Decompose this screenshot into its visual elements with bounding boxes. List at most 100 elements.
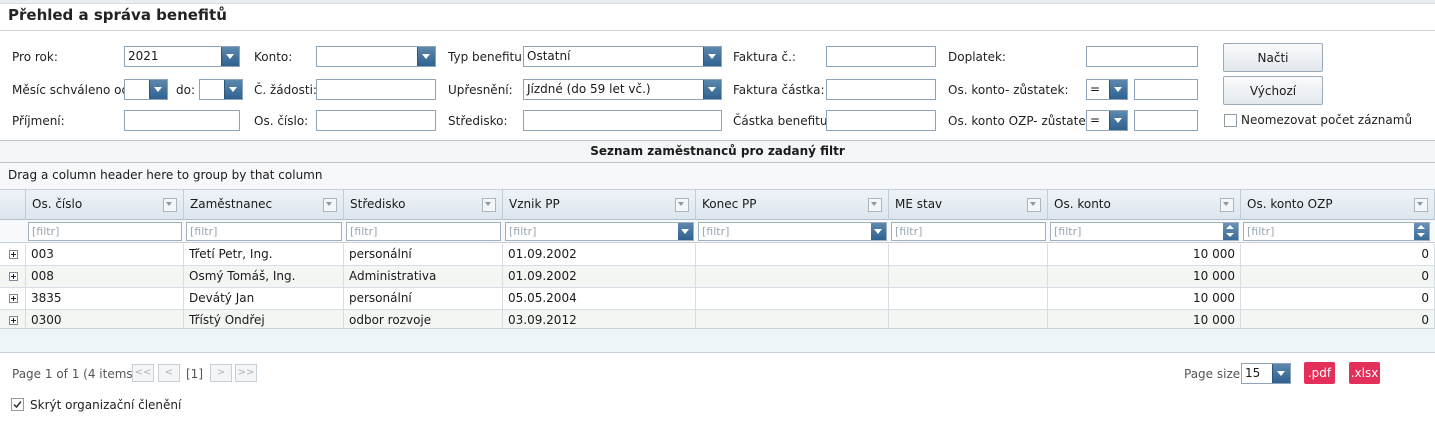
chevron-down-icon[interactable]: [678, 223, 693, 240]
chevron-down-icon[interactable]: [1109, 111, 1127, 130]
hide-org-label: Skrýt organizační členění: [30, 398, 182, 412]
export-pdf-button[interactable]: .pdf: [1304, 362, 1335, 384]
chevron-down-icon[interactable]: [221, 47, 239, 66]
surname-label: Příjmení:: [12, 114, 65, 128]
column-menu-icon[interactable]: [482, 198, 496, 212]
filter-account-ozp[interactable]: [filtr]: [1243, 222, 1430, 241]
invoice-amount-input[interactable]: [826, 79, 936, 100]
pager: Page 1 of 1 (4 items) << < [1] > >> Page…: [0, 352, 1435, 392]
grid-title: Seznam zaměstnanců pro zadaný filtr: [0, 140, 1435, 163]
column-menu-icon[interactable]: [868, 198, 882, 212]
current-page[interactable]: [1]: [186, 366, 203, 382]
column-header-end[interactable]: Konec PP: [696, 190, 889, 220]
prev-page-button[interactable]: <: [158, 364, 180, 382]
cell-end: [696, 266, 889, 287]
chevron-down-icon[interactable]: [417, 47, 435, 66]
next-page-button[interactable]: >: [210, 364, 232, 382]
load-button[interactable]: Načti: [1223, 43, 1323, 72]
cell-personal-no: 008: [26, 266, 184, 287]
chevron-down-icon[interactable]: [703, 47, 721, 66]
benefit-type-label: Typ benefitu:: [448, 50, 526, 64]
column-header-account-ozp[interactable]: Os. konto OZP: [1241, 190, 1435, 220]
cell-account: 10 000: [1048, 244, 1241, 265]
year-value: 2021: [128, 49, 159, 63]
top-strip: [0, 0, 1435, 4]
account-select[interactable]: [316, 46, 436, 67]
invoice-amount-label: Faktura částka:: [733, 83, 825, 97]
chevron-down-icon[interactable]: [1272, 364, 1290, 383]
personal-no-input[interactable]: [316, 110, 436, 131]
filter-end[interactable]: [filtr]: [698, 222, 887, 241]
filter-me-status[interactable]: [filtr]: [891, 222, 1046, 241]
filter-placeholder: [filtr]: [32, 225, 60, 238]
table-row[interactable]: 003 Třetí Petr, Ing. personální 01.09.20…: [0, 244, 1435, 266]
cell-center: personální: [344, 288, 503, 309]
first-page-button[interactable]: <<: [132, 364, 154, 382]
filter-placeholder: [filtr]: [190, 225, 218, 238]
personal-no-label: Os. číslo:: [254, 114, 309, 128]
invoice-no-label: Faktura č.:: [733, 50, 796, 64]
hide-org-checkbox[interactable]: [11, 398, 24, 411]
column-label: ME stav: [895, 197, 943, 211]
column-menu-icon[interactable]: [163, 198, 177, 212]
center-input[interactable]: [523, 110, 722, 131]
month-from-label: Měsíc schváleno od:: [12, 83, 134, 97]
column-label: Os. konto: [1054, 197, 1111, 211]
column-header-employee[interactable]: Zaměstnanec: [184, 190, 344, 220]
surname-input[interactable]: [124, 110, 240, 131]
specification-select[interactable]: Jízdné (do 59 let vč.): [523, 79, 722, 100]
cell-account-ozp: 0: [1241, 244, 1435, 265]
column-menu-icon[interactable]: [1220, 198, 1234, 212]
table-row[interactable]: 008 Osmý Tomáš, Ing. Administrativa 01.0…: [0, 266, 1435, 288]
column-header-account[interactable]: Os. konto: [1048, 190, 1241, 220]
surcharge-label: Doplatek:: [948, 50, 1006, 64]
column-menu-icon[interactable]: [1414, 198, 1428, 212]
month-to-select[interactable]: [199, 79, 243, 100]
column-menu-icon[interactable]: [323, 198, 337, 212]
last-page-button[interactable]: >>: [235, 364, 257, 382]
benefit-type-select[interactable]: Ostatní: [523, 46, 722, 67]
filter-placeholder: [filtr]: [1247, 225, 1275, 238]
column-menu-icon[interactable]: [675, 198, 689, 212]
balance-operator-select[interactable]: =: [1086, 79, 1128, 100]
month-from-select[interactable]: [124, 79, 168, 100]
page-size-select[interactable]: 15: [1241, 363, 1291, 384]
export-xlsx-button[interactable]: .xlsx: [1349, 362, 1380, 384]
filter-employee[interactable]: [filtr]: [186, 222, 342, 241]
chevron-down-icon[interactable]: [703, 80, 721, 99]
chevron-down-icon[interactable]: [1109, 80, 1127, 99]
surcharge-input[interactable]: [1086, 46, 1198, 67]
column-menu-icon[interactable]: [1027, 198, 1041, 212]
benefit-amount-input[interactable]: [826, 110, 936, 131]
balance-input[interactable]: [1134, 79, 1198, 100]
chevron-down-icon[interactable]: [871, 223, 886, 240]
request-no-input[interactable]: [316, 79, 436, 100]
default-button[interactable]: Výchozí: [1223, 76, 1323, 105]
column-header-personal-no[interactable]: Os. číslo: [26, 190, 184, 220]
year-select[interactable]: 2021: [124, 46, 240, 67]
column-label: Středisko: [350, 197, 406, 211]
column-header-me-status[interactable]: ME stav: [889, 190, 1048, 220]
balance-ozp-operator-select[interactable]: =: [1086, 110, 1128, 131]
group-panel[interactable]: Drag a column header here to group by th…: [0, 163, 1435, 190]
expander-cell: [0, 244, 26, 265]
unlimited-checkbox[interactable]: [1224, 114, 1237, 127]
benefit-type-value: Ostatní: [527, 49, 571, 63]
month-to-label: do:: [176, 83, 196, 97]
filter-account[interactable]: [filtr]: [1050, 222, 1239, 241]
filter-center[interactable]: [filtr]: [346, 222, 501, 241]
spinner-icon[interactable]: [1414, 223, 1429, 240]
cell-end: [696, 288, 889, 309]
chevron-down-icon[interactable]: [149, 80, 167, 99]
chevron-down-icon[interactable]: [224, 80, 242, 99]
column-header-start[interactable]: Vznik PP: [503, 190, 696, 220]
balance-ozp-input[interactable]: [1134, 110, 1198, 131]
expander-cell: [0, 288, 26, 309]
filter-start[interactable]: [filtr]: [505, 222, 694, 241]
column-header-center[interactable]: Středisko: [344, 190, 503, 220]
invoice-no-input[interactable]: [826, 46, 936, 67]
spinner-icon[interactable]: [1223, 223, 1238, 240]
cell-me-status: [889, 266, 1048, 287]
table-row[interactable]: 3835 Devátý Jan personální 05.05.2004 10…: [0, 288, 1435, 310]
filter-personal-no[interactable]: [filtr]: [28, 222, 182, 241]
